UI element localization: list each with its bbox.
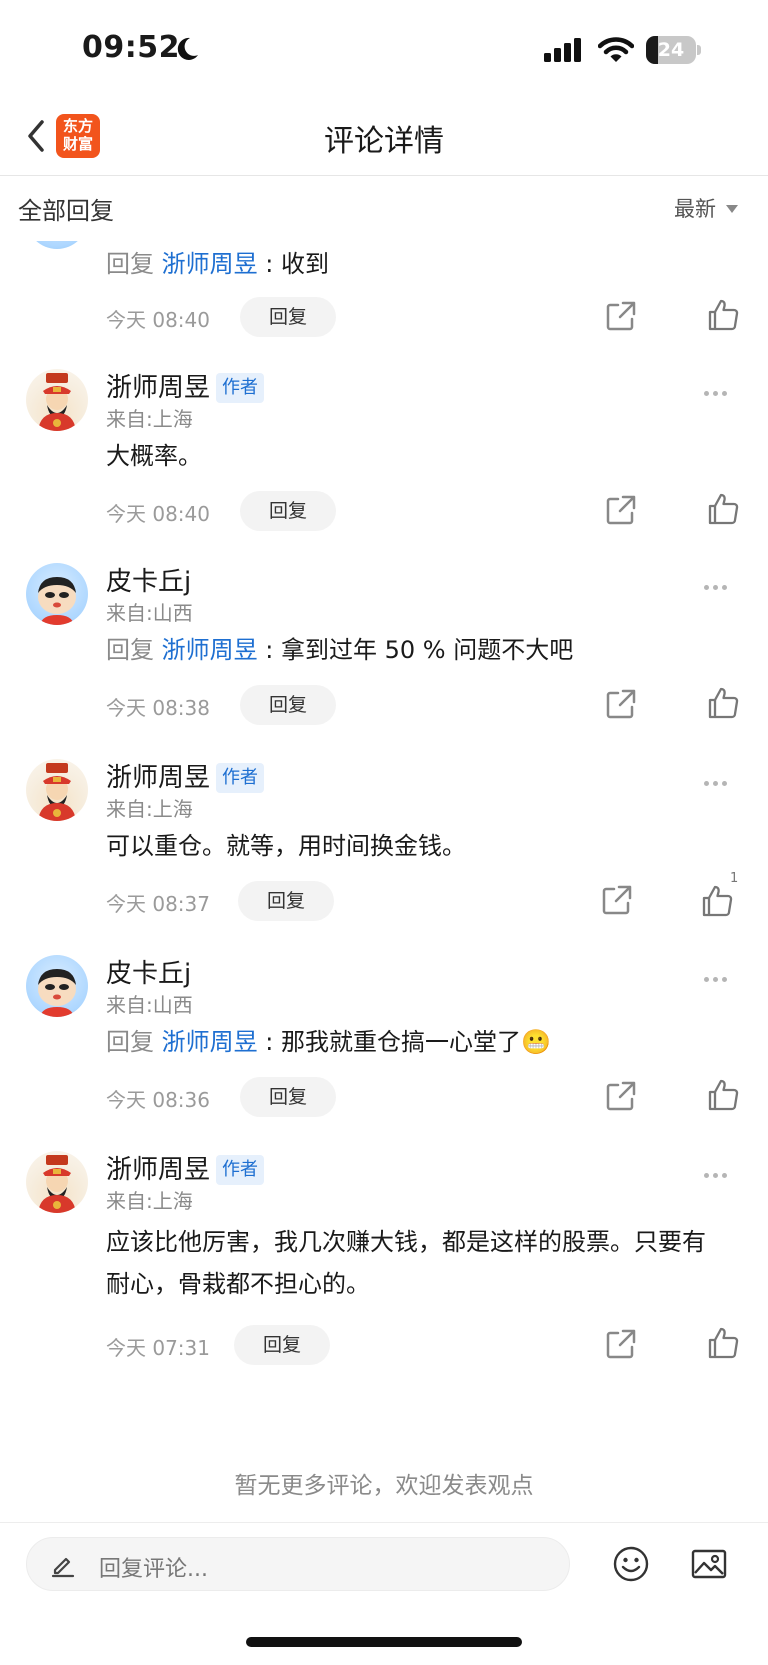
reply-button[interactable]: 回复 xyxy=(240,491,336,531)
avatar[interactable] xyxy=(26,241,88,249)
avatar[interactable] xyxy=(26,1151,88,1213)
comment-item: 回复 浙师周昱 : 收到 今天 08:40 回复 xyxy=(0,241,768,357)
thumbs-up-icon[interactable] xyxy=(706,1077,742,1113)
comment-text: 可以重仓。就等，用时间换金钱。 xyxy=(106,832,466,860)
more-options-button[interactable] xyxy=(704,1163,734,1178)
comment-item: 浙师周昱 作者 来自:上海 大概率。 今天 08:40 回复 xyxy=(0,357,768,553)
avatar[interactable] xyxy=(26,759,88,821)
comment-item: 浙师周昱 作者 来自:上海 应该比他厉害，我几次赚大钱，都是这样的股票。只要有耐心… xyxy=(0,1141,768,1391)
more-options-button[interactable] xyxy=(704,575,734,590)
avatar[interactable] xyxy=(26,955,88,1017)
comment-header: 皮卡丘j xyxy=(106,953,191,989)
comment-time: 今天 07:31 xyxy=(106,1336,210,1360)
sort-label: 最新 xyxy=(674,197,716,221)
more-options-button[interactable] xyxy=(704,381,734,396)
page-title: 评论详情 xyxy=(324,124,444,159)
comment-time: 今天 08:40 xyxy=(106,308,210,332)
reply-input-placeholder: 回复评论... xyxy=(99,1557,208,1582)
user-name[interactable]: 皮卡丘j xyxy=(106,567,191,597)
all-replies-label: 全部回复 xyxy=(18,197,114,225)
share-icon[interactable] xyxy=(600,883,634,917)
comment-text: 回复 浙师周昱 : 收到 xyxy=(106,250,330,278)
user-location: 来自:上海 xyxy=(106,797,193,821)
status-time: 09:52 xyxy=(82,30,180,65)
more-options-button[interactable] xyxy=(704,771,734,786)
comment-text: 回复 浙师周昱 : 那我就重仓搞一心堂了😬 xyxy=(106,1028,551,1056)
author-badge: 作者 xyxy=(216,763,265,793)
share-icon[interactable] xyxy=(604,299,638,333)
comment-header: 浙师周昱 作者 xyxy=(106,1149,265,1185)
thumbs-up-icon[interactable] xyxy=(706,491,742,527)
author-badge: 作者 xyxy=(216,1155,265,1185)
emoji-icon[interactable] xyxy=(612,1545,650,1583)
caret-down-icon xyxy=(726,205,738,213)
cartoon-boy-avatar-art xyxy=(38,577,76,625)
comment-text: 回复 浙师周昱 : 拿到过年 50 % 问题不大吧 xyxy=(106,636,574,664)
god-of-wealth-avatar-art xyxy=(38,763,76,821)
comment-time: 今天 08:37 xyxy=(106,892,210,916)
user-name[interactable]: 浙师周昱 xyxy=(106,1155,210,1185)
user-name[interactable]: 皮卡丘j xyxy=(106,959,191,989)
user-location: 来自:山西 xyxy=(106,993,193,1017)
god-of-wealth-avatar-art xyxy=(38,1155,76,1213)
user-location: 来自:山西 xyxy=(106,601,193,625)
pencil-icon xyxy=(51,1557,75,1578)
comment-header: 浙师周昱 作者 xyxy=(106,367,265,403)
reply-to-user-link[interactable]: 浙师周昱 xyxy=(162,636,258,664)
image-icon[interactable] xyxy=(690,1545,728,1583)
author-badge: 作者 xyxy=(216,373,265,403)
cartoon-boy-avatar-art xyxy=(38,969,76,1017)
more-options-button[interactable] xyxy=(704,967,734,982)
thumbs-up-icon[interactable] xyxy=(700,883,736,919)
comment-item: 皮卡丘j 来自:山西 回复 浙师周昱 : 拿到过年 50 % 问题不大吧 今天 … xyxy=(0,553,768,749)
reply-button[interactable]: 回复 xyxy=(240,1077,336,1117)
no-more-comments-note: 暂无更多评论，欢迎发表观点 xyxy=(234,1473,534,1499)
comment-header: 浙师周昱 作者 xyxy=(106,757,265,793)
share-icon[interactable] xyxy=(604,493,638,527)
comment-item: 浙师周昱 作者 来自:上海 可以重仓。就等，用时间换金钱。 今天 08:37 回复… xyxy=(0,749,768,945)
user-name[interactable]: 浙师周昱 xyxy=(106,763,210,793)
thumbs-up-icon[interactable] xyxy=(706,1325,742,1361)
comment-text: 应该比他厉害，我几次赚大钱，都是这样的股票。只要有耐心，骨栽都不担心的。 xyxy=(106,1228,706,1298)
user-location: 来自:上海 xyxy=(106,407,193,431)
reply-to-user-link[interactable]: 浙师周昱 xyxy=(162,250,258,278)
battery-level: 24 xyxy=(657,39,685,61)
comment-item: 皮卡丘j 来自:山西 回复 浙师周昱 : 那我就重仓搞一心堂了😬 今天 08:3… xyxy=(0,945,768,1141)
reply-button[interactable]: 回复 xyxy=(240,685,336,725)
nav-bar: 东方 财富 评论详情 xyxy=(0,100,768,176)
reply-input-bar: 回复评论... xyxy=(0,1522,768,1665)
comment-list[interactable]: 回复 浙师周昱 : 收到 今天 08:40 回复 浙师周昱 作者 来自:上海 大… xyxy=(0,241,768,1521)
reply-comment-input[interactable]: 回复评论... xyxy=(26,1537,570,1591)
filter-bar: 全部回复 最新 xyxy=(0,177,768,241)
thumbs-up-icon[interactable] xyxy=(706,685,742,721)
share-icon[interactable] xyxy=(604,687,638,721)
signal-icon xyxy=(544,38,581,62)
user-location: 来自:上海 xyxy=(106,1189,193,1213)
comment-time: 今天 08:36 xyxy=(106,1088,210,1112)
user-name[interactable]: 浙师周昱 xyxy=(106,373,210,403)
reply-button[interactable]: 回复 xyxy=(234,1325,330,1365)
wifi-icon xyxy=(598,37,634,62)
reply-button[interactable]: 回复 xyxy=(240,297,336,337)
comment-header: 皮卡丘j xyxy=(106,561,191,597)
avatar[interactable] xyxy=(26,563,88,625)
thumbs-up-icon[interactable] xyxy=(706,297,742,333)
comment-time: 今天 08:38 xyxy=(106,696,210,720)
comment-time: 今天 08:40 xyxy=(106,502,210,526)
share-icon[interactable] xyxy=(604,1079,638,1113)
avatar[interactable] xyxy=(26,369,88,431)
god-of-wealth-avatar-art xyxy=(38,373,76,431)
moon-icon xyxy=(177,37,198,60)
home-indicator xyxy=(246,1637,522,1647)
battery-icon: 24 xyxy=(646,36,701,64)
status-bar: 09:52 24 xyxy=(0,0,768,100)
comment-text: 大概率。 xyxy=(106,442,202,470)
share-icon[interactable] xyxy=(604,1327,638,1361)
sort-dropdown[interactable]: 最新 xyxy=(674,193,738,223)
reply-button[interactable]: 回复 xyxy=(238,881,334,921)
like-count: 1 xyxy=(730,871,739,886)
reply-to-user-link[interactable]: 浙师周昱 xyxy=(162,1028,258,1056)
